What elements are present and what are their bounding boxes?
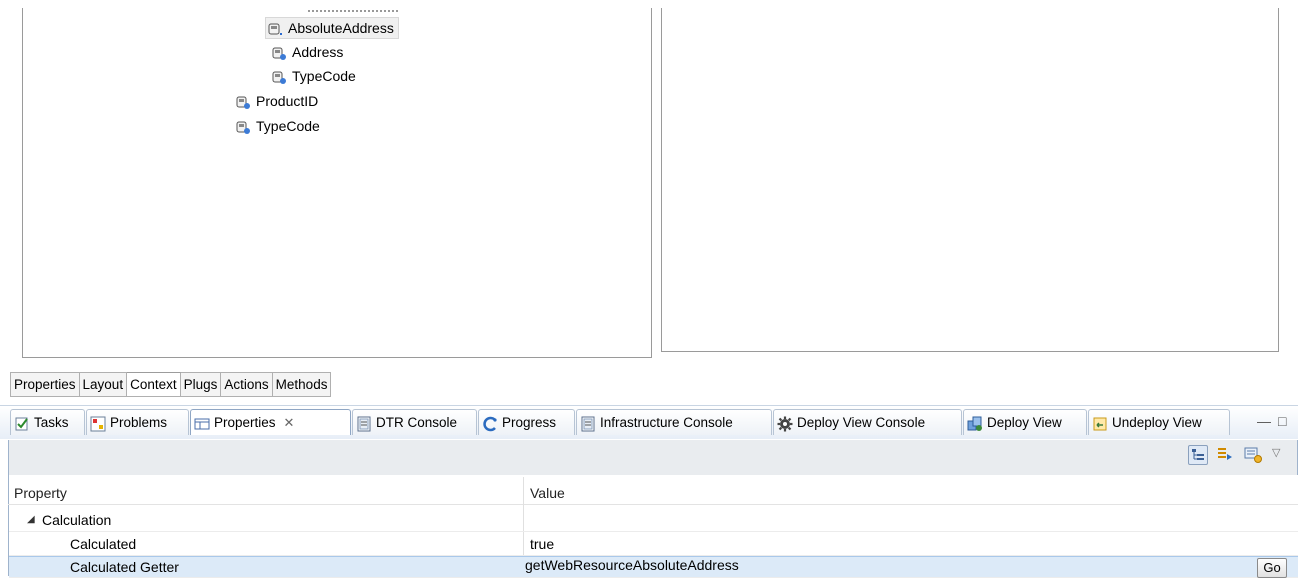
gear-icon: [777, 415, 793, 431]
tab-layout[interactable]: Layout: [79, 372, 128, 397]
tree-item-address[interactable]: Address: [272, 41, 343, 63]
view-menu-icon[interactable]: ▽: [1272, 446, 1292, 466]
category-row[interactable]: [9, 508, 1298, 532]
properties-toolbar: [8, 440, 1298, 475]
console-icon: [356, 415, 372, 431]
property-name: Calculated: [70, 536, 137, 552]
view-tab-deploy-view-console[interactable]: Deploy View Console: [773, 409, 962, 435]
tab-methods[interactable]: Methods: [272, 372, 332, 397]
truncated-tree-row: [308, 10, 398, 16]
column-header-value[interactable]: Value: [530, 485, 565, 501]
maximize-icon[interactable]: □: [1278, 413, 1286, 429]
attribute-icon: [236, 119, 250, 134]
tasks-icon: [14, 415, 30, 431]
problems-icon: [90, 415, 106, 431]
restore-defaults-button[interactable]: [1243, 445, 1263, 465]
view-tab-undeploy-view[interactable]: Undeploy View: [1088, 409, 1230, 435]
filter-icon: [1218, 448, 1232, 460]
restore-icon: [1244, 447, 1262, 463]
attribute-icon: [268, 21, 282, 35]
categories-icon: [1192, 449, 1204, 460]
console-icon: [580, 415, 596, 431]
view-tab-infrastructure-console[interactable]: Infrastructure Console: [576, 409, 772, 435]
collapse-triangle-icon[interactable]: ◢: [27, 508, 35, 532]
column-header-property[interactable]: Property: [14, 485, 67, 501]
view-tab-properties[interactable]: Properties ✕: [190, 409, 351, 435]
view-tab-dtr-console[interactable]: DTR Console: [352, 409, 477, 435]
tab-properties[interactable]: Properties: [10, 372, 80, 397]
attribute-icon: [236, 94, 250, 109]
show-categories-button[interactable]: [1188, 445, 1208, 465]
attribute-icon: [272, 45, 286, 60]
tab-plugs[interactable]: Plugs: [180, 372, 222, 397]
undeploy-icon: [1092, 415, 1108, 431]
property-name: Calculated Getter: [70, 559, 179, 575]
tree-item-absolute-address[interactable]: AbsoluteAddress: [265, 17, 399, 39]
view-tab-deploy-view[interactable]: Deploy View: [963, 409, 1087, 435]
close-icon[interactable]: ✕: [284, 410, 295, 436]
tab-actions[interactable]: Actions: [221, 372, 273, 397]
tree-item-typecode-2[interactable]: TypeCode: [236, 115, 320, 137]
show-advanced-button[interactable]: [1215, 445, 1235, 465]
attribute-icon: [272, 69, 286, 84]
minimize-icon[interactable]: —: [1257, 413, 1271, 429]
progress-icon: [482, 415, 498, 431]
properties-icon: [194, 415, 210, 431]
view-tab-problems[interactable]: Problems: [86, 409, 189, 435]
tree-item-productid[interactable]: ProductID: [236, 90, 318, 112]
context-detail-panel: [661, 8, 1279, 352]
category-label: Calculation: [42, 512, 112, 528]
tree-item-typecode[interactable]: TypeCode: [272, 65, 356, 87]
deploy-icon: [967, 415, 983, 431]
property-value[interactable]: getWebResourceAbsoluteAddress: [525, 553, 739, 577]
go-button[interactable]: Go: [1257, 558, 1287, 578]
view-tab-tasks[interactable]: Tasks: [10, 409, 85, 435]
editor-tab-bar: Properties Layout Context Plugs Actions …: [10, 372, 332, 397]
table-header: [8, 477, 1298, 505]
view-tab-progress[interactable]: Progress: [478, 409, 575, 435]
tab-context[interactable]: Context: [127, 372, 181, 397]
